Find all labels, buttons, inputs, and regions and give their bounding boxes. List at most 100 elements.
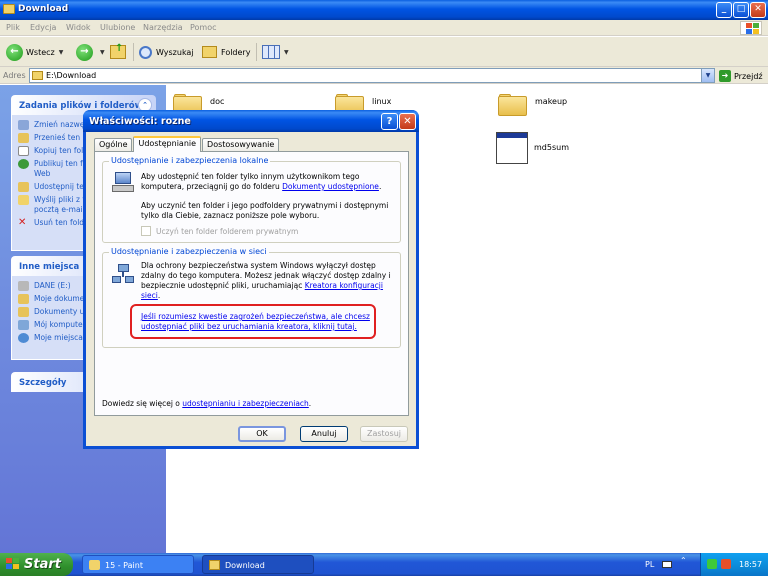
back-label: Wstecz	[26, 47, 55, 57]
task-label: Udostępnij te	[34, 182, 84, 191]
file-name: doc	[210, 97, 225, 106]
toolbar-separator	[256, 43, 257, 61]
tab-customize[interactable]: Dostosowywanie	[202, 138, 280, 152]
file-item-md5sum[interactable]: md5sum	[496, 132, 569, 164]
menu-file[interactable]: Plik	[6, 23, 20, 32]
windows-flag-icon	[6, 558, 19, 570]
start-button[interactable]: Start	[0, 553, 73, 576]
menu-bar: Plik Edycja Widok Ulubione Narzędzia Pom…	[0, 20, 768, 36]
cancel-button[interactable]: Anuluj	[300, 426, 348, 442]
network-sharing-text: Dla ochrony bezpieczeństwa system Window…	[141, 261, 391, 300]
start-label: Start	[24, 557, 61, 572]
window-title-bar[interactable]: Download _ □ ✕	[0, 0, 768, 20]
go-button[interactable]: ➜ Przejdź	[719, 69, 763, 83]
details-title: Szczegóły	[19, 378, 67, 388]
address-dropdown-button[interactable]: ▼	[701, 69, 714, 82]
sharing-tab-panel: Udostępnianie i zabezpieczenia lokalne A…	[94, 151, 409, 416]
paint-icon	[89, 560, 100, 570]
task-label: Przenieś ten	[34, 133, 81, 142]
chevron-down-icon: ▼	[100, 48, 105, 56]
up-folder-button[interactable]: ↑	[110, 42, 126, 62]
task-email[interactable]: Wyślij pliki z t pocztą e-mai	[18, 195, 88, 215]
local-sharing-text: Aby udostępnić ten folder tylko innym uż…	[141, 172, 382, 191]
network-sharing-title: Udostępnianie i zabezpieczenia w sieci	[109, 247, 269, 256]
ok-button[interactable]: OK	[238, 426, 286, 442]
learn-more-link[interactable]: udostępnianiu i zabezpieczeniach	[182, 399, 309, 408]
shared-documents-link[interactable]: Dokumenty udostępnione	[282, 182, 379, 191]
address-input[interactable]: E:\Download ▼	[29, 68, 715, 83]
views-button[interactable]: ▼	[262, 42, 289, 62]
rename-icon	[18, 120, 29, 130]
computer-sharing-icon	[112, 172, 134, 194]
keyboard-icon[interactable]	[662, 561, 672, 568]
taskbar-item-paint[interactable]: 15 - Paint	[82, 555, 194, 574]
taskbar-item-label: 15 - Paint	[105, 561, 143, 570]
private-folder-label: Uczyń ten folder folderem prywatnym	[156, 226, 299, 236]
task-publish[interactable]: Publikuj ten f Web	[18, 159, 88, 179]
move-icon	[18, 133, 29, 143]
file-item-makeup[interactable]: makeup	[498, 93, 567, 116]
private-folder-text: Aby uczynić ten folder i jego podfoldery…	[141, 201, 389, 220]
network-status-icon[interactable]	[707, 559, 717, 569]
folder-icon	[209, 560, 220, 570]
private-folder-checkbox[interactable]: Uczyń ten folder folderem prywatnym	[141, 226, 298, 236]
security-icon[interactable]	[721, 559, 731, 569]
language-indicator[interactable]: PL	[645, 560, 654, 569]
tray-expand-icon[interactable]: ⌃	[680, 556, 687, 565]
chevron-down-icon: ▼	[58, 48, 64, 56]
menu-favorites[interactable]: Ulubione	[100, 23, 135, 32]
delete-icon: ✕	[18, 218, 27, 228]
menu-tools[interactable]: Narzędzia	[143, 23, 183, 32]
learn-more-prefix: Dowiedz się więcej o	[102, 399, 180, 408]
go-label: Przejdź	[734, 71, 763, 81]
network-icon	[112, 264, 134, 286]
window-title: Download	[18, 4, 69, 14]
minimize-button[interactable]: _	[716, 2, 732, 18]
place-label: Mój kompute	[34, 320, 83, 329]
properties-dialog: Właściwości: rozne ? ✕ Ogólne Udostępnia…	[83, 110, 419, 449]
chevron-down-icon: ▼	[284, 48, 289, 56]
network-places-icon	[18, 333, 29, 343]
copy-icon	[18, 146, 29, 156]
views-icon	[262, 45, 280, 59]
menu-view[interactable]: Widok	[66, 23, 91, 32]
folder-up-icon: ↑	[110, 43, 126, 59]
checkbox-box[interactable]	[141, 226, 151, 236]
back-button[interactable]: ← Wstecz ▼	[6, 42, 63, 62]
drive-icon	[18, 281, 29, 291]
back-arrow-icon: ←	[6, 43, 23, 61]
taskbar: Start 15 - Paint Download PL ⌃ 18:57	[0, 553, 768, 576]
dialog-tabs: Ogólne Udostępnianie Dostosowywanie	[94, 136, 280, 152]
search-icon	[139, 45, 152, 59]
system-tray: 18:57	[700, 553, 768, 576]
place-label: Dokumenty u	[34, 307, 85, 316]
clock[interactable]: 18:57	[739, 560, 762, 569]
folders-button[interactable]: Foldery	[202, 42, 250, 62]
apply-button[interactable]: Zastosuj	[360, 426, 408, 442]
task-label: Wyślij pliki z t pocztą e-mai	[34, 195, 86, 214]
taskbar-item-download[interactable]: Download	[202, 555, 314, 574]
tab-general[interactable]: Ogólne	[94, 138, 133, 152]
tab-sharing[interactable]: Udostępnianie	[133, 136, 202, 152]
file-name: linux	[372, 97, 392, 106]
toolbar-separator	[133, 43, 134, 61]
folder-icon	[3, 4, 15, 14]
email-icon	[18, 195, 29, 205]
dialog-title-bar[interactable]: Właściwości: rozne ? ✕	[83, 110, 419, 132]
menu-edit[interactable]: Edycja	[30, 23, 56, 32]
forward-button[interactable]: → ▼	[76, 42, 105, 62]
search-button[interactable]: Wyszukaj	[139, 42, 194, 62]
help-button[interactable]: ?	[381, 113, 398, 130]
windows-logo-icon	[740, 21, 762, 35]
folder-icon	[498, 93, 527, 116]
file-name: makeup	[535, 97, 568, 106]
other-places-title: Inne miejsca	[19, 262, 80, 272]
close-button[interactable]: ✕	[750, 2, 766, 18]
menu-help[interactable]: Pomoc	[190, 23, 217, 32]
place-label: DANE (E:)	[34, 281, 71, 290]
dialog-close-button[interactable]: ✕	[399, 113, 416, 130]
share-folder-icon	[18, 182, 29, 192]
learn-more-text: Dowiedz się więcej o udostępnianiu i zab…	[102, 399, 312, 408]
maximize-button[interactable]: □	[733, 2, 749, 18]
toolbar: ← Wstecz ▼ → ▼ ↑ Wyszukaj Foldery ▼	[0, 37, 768, 67]
